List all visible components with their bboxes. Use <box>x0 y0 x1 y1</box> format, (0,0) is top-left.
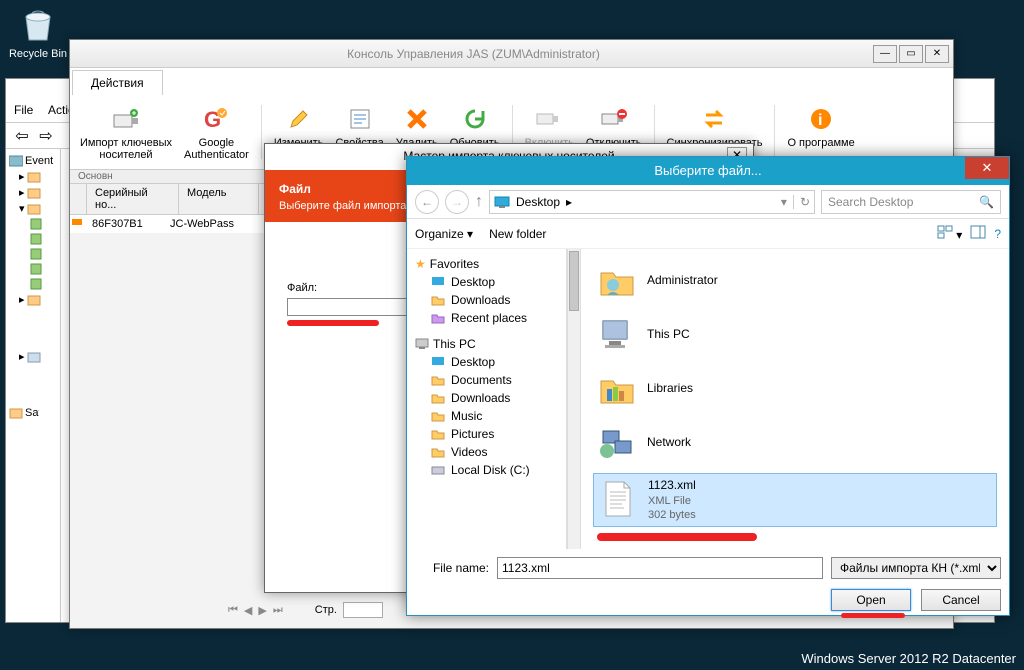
filename-input[interactable] <box>497 557 823 579</box>
recycle-bin-label: Recycle Bin <box>8 48 68 60</box>
pager-input[interactable] <box>343 602 383 618</box>
google-icon: G <box>202 105 230 133</box>
sidebar-item-desktop2[interactable]: Desktop <box>411 353 562 371</box>
pager-first-icon[interactable]: ⏮ <box>228 604 238 617</box>
cancel-button[interactable]: Cancel <box>921 589 1001 611</box>
sidebar-item-downloads2[interactable]: Downloads <box>411 389 562 407</box>
usb-key-import-icon <box>110 105 142 133</box>
network-icon <box>599 425 635 461</box>
file-list: Administrator This PC Libraries Network … <box>581 249 1009 549</box>
annotation-mark-3 <box>841 613 905 618</box>
nav-forward-button: → <box>445 190 469 214</box>
nav-back-button[interactable]: ← <box>415 190 439 214</box>
col-serial[interactable]: Серийный но... <box>87 184 179 214</box>
evt-tree[interactable]: Event Viewer ▸ ▸ ▾ ▸ ▸ Saved Logs <box>6 149 61 622</box>
user-folder-icon <box>599 263 635 299</box>
col-model[interactable]: Модель <box>179 184 259 214</box>
pencil-icon <box>287 107 311 131</box>
xml-file-icon <box>600 480 636 520</box>
list-item-selected-file[interactable]: 1123.xml XML File 302 bytes <box>593 473 997 527</box>
sidebar-scrollbar[interactable] <box>567 249 581 549</box>
sidebar-item-downloads[interactable]: Downloads <box>411 291 562 309</box>
pager-next-icon[interactable]: ▶ <box>258 604 266 617</box>
file-filter-select[interactable]: Файлы импорта КН (*.xml) <box>831 557 1001 579</box>
sidebar-item-desktop[interactable]: Desktop <box>411 273 562 291</box>
recent-icon <box>431 312 445 324</box>
file-dialog-title: Выберите файл... <box>654 163 761 178</box>
filename-label: File name: <box>415 561 489 575</box>
back-icon[interactable]: ⇦ <box>12 126 32 146</box>
sync-icon <box>700 107 728 131</box>
maximize-button[interactable]: ▭ <box>899 45 923 63</box>
sidebar-favorites[interactable]: ★Favorites <box>411 255 562 273</box>
libraries-icon <box>599 371 635 407</box>
search-icon: 🔍 <box>979 195 994 209</box>
search-input[interactable]: Search Desktop 🔍 <box>821 190 1001 214</box>
minimize-button[interactable]: — <box>873 45 897 63</box>
jas-title: Консоль Управления JAS (ZUM\Administrato… <box>74 47 873 61</box>
list-item-network[interactable]: Network <box>593 419 997 467</box>
sidebar-item-videos[interactable]: Videos <box>411 443 562 461</box>
folder-icon <box>431 294 445 306</box>
file-dialog-close[interactable]: ✕ <box>965 157 1009 179</box>
desktop-small-icon <box>431 276 445 288</box>
usb-enable-icon <box>535 108 563 130</box>
desktop-icon <box>494 195 510 209</box>
breadcrumb[interactable]: Desktop ▸ ▾ ↻ <box>489 190 815 214</box>
delete-x-icon <box>405 107 429 131</box>
tab-actions[interactable]: Действия <box>72 70 163 95</box>
sidebar-item-localdisk[interactable]: Local Disk (C:) <box>411 461 562 479</box>
star-icon: ★ <box>415 257 426 271</box>
fwd-icon[interactable]: ⇨ <box>36 126 56 146</box>
annotation-mark-2 <box>597 533 757 541</box>
ribbon-about[interactable]: i О программе <box>781 101 860 163</box>
help-icon[interactable]: ? <box>994 227 1001 241</box>
view-options-icon[interactable]: ▾ <box>937 225 962 242</box>
list-item-admin[interactable]: Administrator <box>593 257 997 305</box>
file-open-dialog: Выберите файл... ✕ ← → ↑ Desktop ▸ ▾ ↻ S… <box>406 156 1010 616</box>
pager-prev-icon[interactable]: ◀ <box>244 604 252 617</box>
preview-pane-icon[interactable] <box>970 225 986 242</box>
recycle-bin[interactable]: Recycle Bin <box>8 5 68 60</box>
ribbon-import[interactable]: Импорт ключевых носителей <box>74 101 178 163</box>
sidebar-thispc[interactable]: This PC <box>411 335 562 353</box>
refresh-breadcrumb-icon[interactable]: ↻ <box>793 195 810 209</box>
list-item-thispc[interactable]: This PC <box>593 311 997 359</box>
ribbon-google-auth[interactable]: G Google Authenticator <box>178 101 255 163</box>
pc-big-icon <box>599 317 635 353</box>
organize-button[interactable]: Organize ▾ <box>415 227 473 241</box>
sidebar-item-documents[interactable]: Documents <box>411 371 562 389</box>
sidebar-item-recent[interactable]: Recent places <box>411 309 562 327</box>
disk-icon <box>431 464 445 476</box>
menu-file[interactable]: File <box>14 103 33 117</box>
open-button[interactable]: Open <box>831 589 911 611</box>
usb-disable-icon <box>600 108 628 130</box>
usb-row-icon <box>72 217 84 227</box>
refresh-icon <box>463 107 487 131</box>
file-dialog-sidebar: ★Favorites Desktop Downloads Recent plac… <box>407 249 567 549</box>
chevron-right-icon[interactable]: ▸ <box>566 195 572 209</box>
properties-icon <box>348 107 372 131</box>
sidebar-item-pictures[interactable]: Pictures <box>411 425 562 443</box>
annotation-mark <box>287 320 379 326</box>
windows-watermark: Windows Server 2012 R2 Datacenter <box>801 651 1016 666</box>
close-button[interactable]: ✕ <box>925 45 949 63</box>
sidebar-item-music[interactable]: Music <box>411 407 562 425</box>
recycle-bin-icon <box>18 5 58 45</box>
svg-text:i: i <box>818 112 822 129</box>
nav-up-icon[interactable]: ↑ <box>475 193 483 211</box>
new-folder-button[interactable]: New folder <box>489 227 546 241</box>
pager-last-icon[interactable]: ⏭ <box>273 604 283 617</box>
pc-icon <box>415 338 429 350</box>
list-item-libraries[interactable]: Libraries <box>593 365 997 413</box>
info-icon: i <box>809 107 833 131</box>
